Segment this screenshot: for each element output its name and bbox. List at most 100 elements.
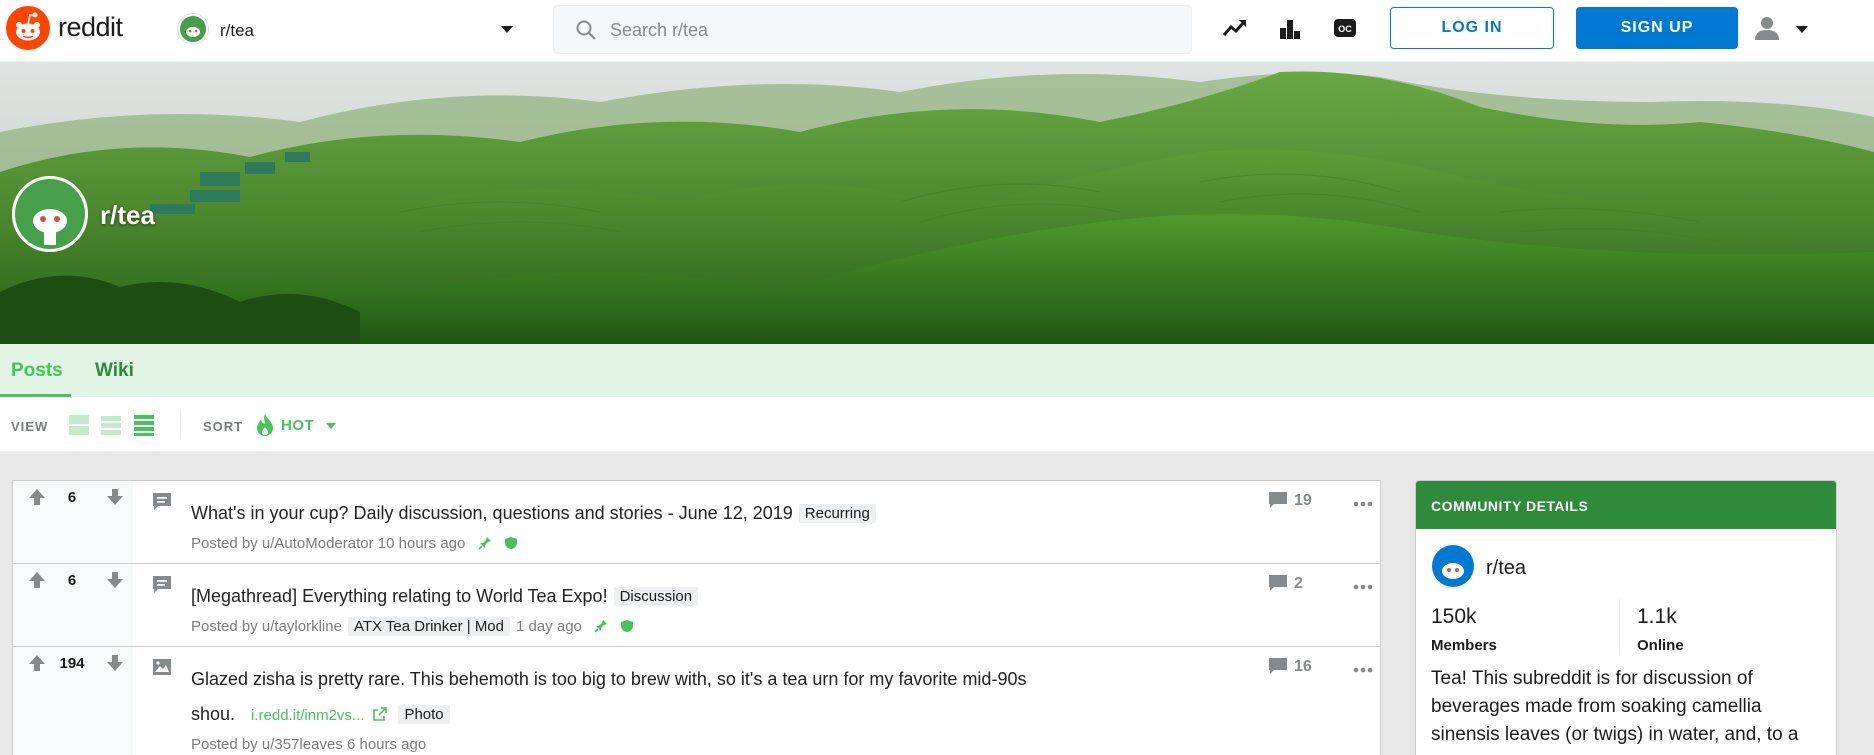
post-item[interactable]: 6 [Megathread] Everything relating to Wo… [12,563,1381,647]
tab-wiki[interactable]: Wiki [95,360,134,382]
post-meta: Posted by u/357leaves 6 hours ago [191,736,426,753]
classic-view-icon[interactable] [100,414,122,436]
trending-icon[interactable] [1222,15,1248,41]
comment-icon [1269,575,1287,591]
comment-icon [1269,492,1287,508]
chevron-down-icon [326,423,336,429]
sort-dropdown[interactable]: HOT [254,413,336,437]
posted-by-label: Posted by [191,736,258,753]
mod-shield-icon [621,620,634,632]
post-title-text[interactable]: What's in your cup? Daily discussion, qu… [191,503,793,523]
post-meta: Posted by u/taylorkline ATX Tea Drinker |… [191,617,634,636]
leaderboard-icon[interactable] [1277,15,1303,41]
online-count: 1.1k [1637,605,1677,628]
community-avatar [1432,545,1474,587]
view-sort-bar: VIEW SORT HOT [0,397,1874,452]
upvote-icon[interactable] [27,653,47,673]
post-flair[interactable]: Discussion [613,587,699,606]
upvote-icon[interactable] [27,487,47,507]
post-title-text[interactable]: [Megathread] Everything relating to Worl… [191,586,608,606]
post-feed: 6 What's in your cup? Daily discussion, … [12,480,1381,755]
post-item[interactable]: 194 Glazed zisha is pretty rare. This be… [12,646,1381,755]
sort-value: HOT [281,417,315,434]
members-count: 150k [1431,605,1477,628]
post-time[interactable]: 1 day ago [516,618,582,635]
post-title[interactable]: [Megathread] Everything relating to Worl… [191,586,699,607]
text-post-icon [153,493,171,510]
login-button[interactable]: LOG IN [1390,7,1554,49]
post-title[interactable]: Glazed zisha is pretty rare. This behemo… [191,669,1026,690]
svg-text:OC: OC [1338,24,1352,34]
more-options-icon[interactable] [1353,501,1373,507]
community-title: r/tea [100,200,155,230]
user-menu-dropdown[interactable] [1752,14,1816,44]
search-input[interactable] [610,15,1170,45]
community-avatar [12,176,88,252]
top-header: reddit r/tea OC LOG IN SIGN UP [0,0,1874,62]
mod-shield-icon [504,537,517,549]
upvote-icon[interactable] [27,570,47,590]
compact-view-icon[interactable] [133,414,155,436]
card-view-icon[interactable] [68,414,90,436]
downvote-icon[interactable] [105,570,125,590]
tab-posts[interactable]: Posts [11,360,63,382]
community-avatar-icon [178,14,208,44]
post-author[interactable]: u/AutoModerator [262,535,374,552]
comment-count: 2 [1294,575,1303,592]
community-name: r/tea [220,21,255,40]
comment-count: 19 [1294,492,1312,509]
post-title-text[interactable]: Glazed zisha is pretty rare. This behemo… [191,669,1026,689]
community-details-heading: COMMUNITY DETAILS [1416,481,1836,529]
user-icon [1755,17,1779,40]
post-author[interactable]: u/taylorkline [262,618,342,635]
community-dropdown[interactable]: r/tea [176,10,521,48]
reddit-logo-icon[interactable] [6,6,50,50]
post-title-text-cont[interactable]: shou. [191,704,235,724]
divider [180,411,181,439]
downvote-icon[interactable] [105,487,125,507]
post-flair[interactable]: Photo [398,705,450,724]
posted-by-label: Posted by [191,618,258,635]
post-title[interactable]: What's in your cup? Daily discussion, qu… [191,503,876,524]
vote-column: 6 [13,564,133,646]
post-flair[interactable]: Recurring [798,504,876,523]
post-author[interactable]: u/357leaves [262,736,343,753]
oc-icon[interactable]: OC [1332,15,1358,41]
reddit-wordmark[interactable]: reddit [58,12,123,43]
text-post-icon [153,576,171,593]
more-options-icon[interactable] [1353,584,1373,590]
comments-button[interactable]: 2 [1268,574,1303,593]
user-flair: ATX Tea Drinker | Mod [347,617,510,636]
more-options-icon[interactable] [1353,667,1373,673]
comment-icon [1269,658,1287,674]
chevron-down-icon [1796,26,1808,33]
comments-button[interactable]: 16 [1268,657,1312,676]
post-score: 194 [59,655,85,672]
stat-divider [1619,599,1620,655]
downvote-icon[interactable] [105,653,125,673]
vote-column: 6 [13,481,133,563]
vote-column: 194 [13,647,133,755]
content-area: 6 What's in your cup? Daily discussion, … [0,452,1874,755]
community-name[interactable]: r/tea [1486,557,1526,580]
signup-button[interactable]: SIGN UP [1576,7,1738,49]
community-description: Tea! This subreddit is for discussion of… [1431,668,1799,745]
view-label: VIEW [11,419,49,434]
comments-button[interactable]: 19 [1268,491,1312,510]
image-post-icon [153,659,171,675]
post-item[interactable]: 6 What's in your cup? Daily discussion, … [12,480,1381,564]
post-link[interactable]: i.redd.it/inm2vs... [251,707,364,724]
post-title-continued[interactable]: shou. i.redd.it/inm2vs... Photo [191,704,450,725]
members-label: Members [1431,637,1497,654]
search-bar[interactable] [553,5,1192,54]
post-meta: Posted by u/AutoModerator 10 hours ago [191,535,518,552]
post-time[interactable]: 6 hours ago [347,736,426,753]
external-link-icon[interactable] [373,707,388,721]
sort-label: SORT [203,419,244,434]
post-time[interactable]: 10 hours ago [378,535,466,552]
comment-count: 16 [1294,658,1312,675]
community-tabs: Posts Wiki [0,344,1874,397]
post-score: 6 [67,572,77,589]
post-score: 6 [67,489,77,506]
search-icon [576,20,596,40]
